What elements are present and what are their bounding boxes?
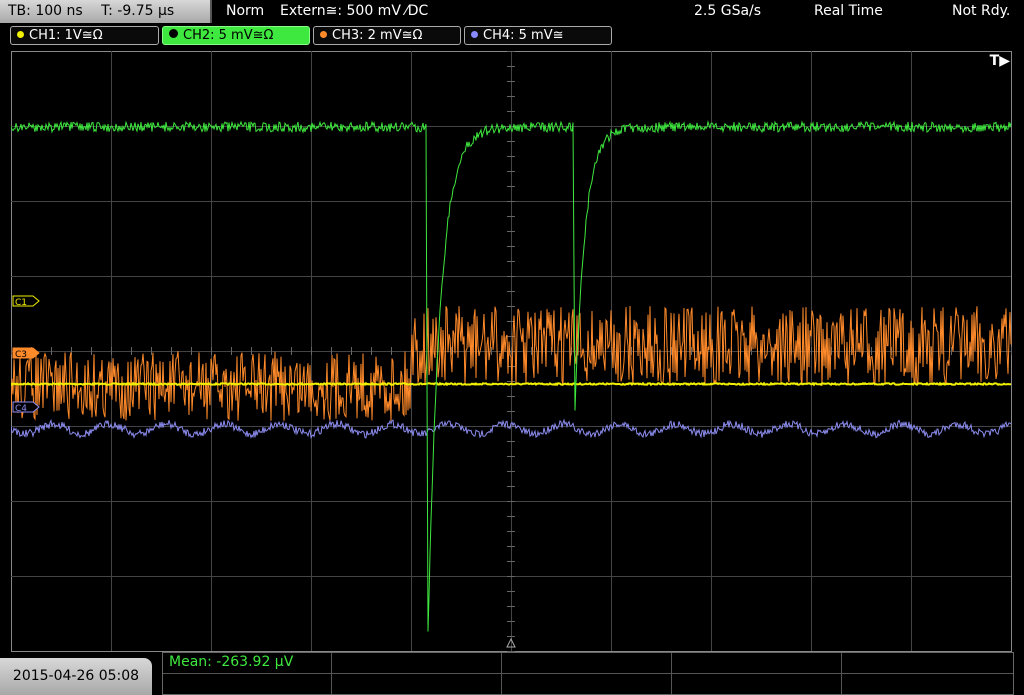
ch1-label: CH1: 1V≅Ω: [29, 28, 103, 43]
trace-ch1: [11, 381, 1012, 387]
graticule: C1 C3 C4: [11, 51, 1012, 652]
timebase-label: TB: 100 ns: [8, 3, 83, 19]
channel-tab-ch2[interactable]: CH2: 5 mV≅Ω: [162, 26, 310, 45]
trigger-mode[interactable]: Norm: [226, 0, 264, 23]
trigger-indicator: T▶: [989, 53, 1010, 69]
ch1-dot-icon: [17, 31, 24, 38]
date-time[interactable]: 2015-04-26 05:08: [0, 658, 152, 695]
channel-tab-ch3[interactable]: CH3: 2 mV≅Ω: [313, 26, 461, 45]
marker-c4-label: C4: [15, 404, 27, 414]
marker-c1-label: C1: [15, 298, 27, 308]
ch3-label: CH3: 2 mV≅Ω: [332, 28, 423, 43]
mean-measurement: Mean: -263.92 µV: [169, 654, 294, 670]
trigger-source[interactable]: Extern≅: 500 mV ⁄DC: [280, 0, 428, 23]
channel-tab-ch4[interactable]: CH4: 5 mV≅: [464, 26, 612, 45]
ch3-dot-icon: [320, 31, 327, 38]
marker-c3-label: C3: [15, 350, 27, 360]
ch2-dot-icon: [169, 29, 178, 38]
ch4-label: CH4: 5 mV≅: [483, 28, 564, 43]
ch4-dot-icon: [471, 31, 478, 38]
top-status-bar: TB: 100 ns T: -9.75 µs Norm Extern≅: 500…: [0, 0, 1024, 24]
trigger-time-label: T: -9.75 µs: [101, 3, 175, 19]
channel-bar: CH1: 1V≅Ω CH2: 5 mV≅Ω CH3: 2 mV≅Ω CH4: 5…: [0, 26, 1024, 48]
sample-rate[interactable]: 2.5 GSa/s: [694, 0, 761, 23]
footer-bar: 2015-04-26 05:08 Mean: -263.92 µV: [0, 652, 1024, 695]
channel-tab-ch1[interactable]: CH1: 1V≅Ω: [10, 26, 159, 45]
waveform-display[interactable]: C1 C3 C4 T▶: [11, 51, 1012, 652]
acquisition-mode[interactable]: Real Time: [814, 0, 883, 23]
acquisition-status: Not Rdy.: [952, 3, 1011, 19]
ch2-label: CH2: 5 mV≅Ω: [183, 28, 274, 43]
measurement-panel[interactable]: Mean: -263.92 µV: [162, 652, 1014, 695]
timebase-box[interactable]: TB: 100 ns T: -9.75 µs: [0, 0, 212, 23]
